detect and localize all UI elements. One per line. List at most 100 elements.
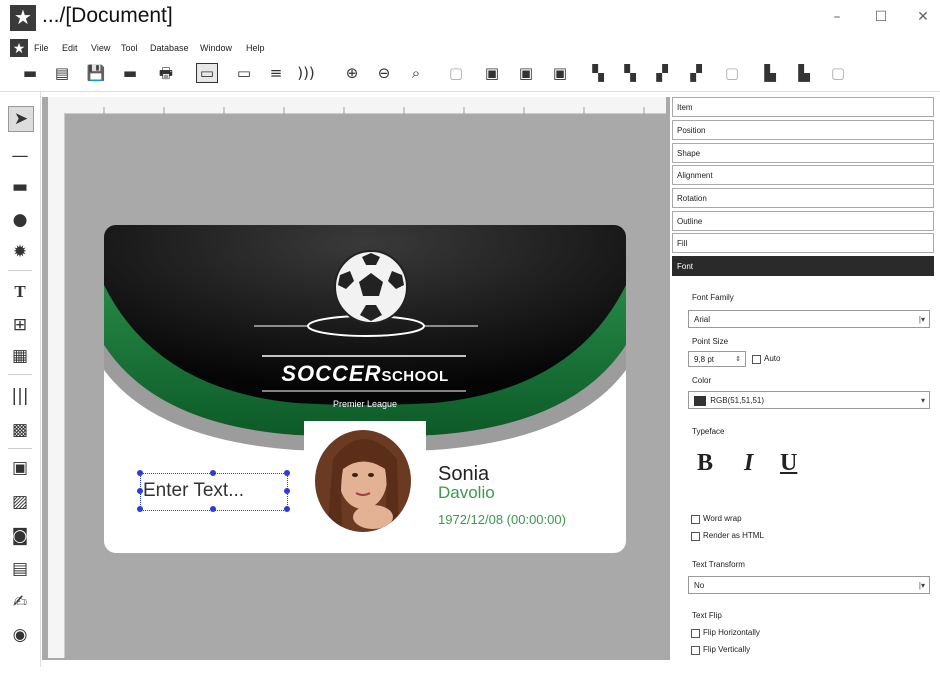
resize-handle[interactable] [284, 506, 290, 512]
fingerprint-icon[interactable]: ◉ [8, 623, 32, 647]
render-html-label: Render as HTML [703, 531, 764, 540]
send-backward-icon[interactable]: ▙ [794, 63, 814, 83]
polygon-tool-icon[interactable]: ✹ [8, 240, 32, 264]
print-icon[interactable]: 🖶 [156, 63, 176, 83]
auto-checkbox[interactable] [752, 355, 761, 364]
section-rotation[interactable]: Rotation [672, 188, 934, 208]
align-middle-icon[interactable]: ▣ [516, 63, 536, 83]
card-back-icon[interactable]: ▭ [234, 63, 254, 83]
line-tool-icon[interactable]: — [8, 144, 32, 168]
align-right-icon[interactable]: ▞ [652, 63, 672, 83]
section-alignment[interactable]: Alignment [672, 165, 934, 185]
zoom-in-icon[interactable]: ⊕ [342, 63, 362, 83]
align-bottom-icon[interactable]: ▣ [550, 63, 570, 83]
menu-window[interactable]: Window [200, 43, 232, 53]
scanner-icon[interactable]: ▤ [8, 557, 32, 581]
section-fill[interactable]: Fill [672, 233, 934, 253]
font-family-label: Font Family [692, 293, 734, 302]
resize-handle[interactable] [210, 470, 216, 476]
section-position[interactable]: Position [672, 120, 934, 140]
last-name-text[interactable]: Davolio [438, 483, 495, 503]
soccer-ball-icon [334, 250, 408, 324]
placeholder-text-object[interactable]: Enter Text... [143, 480, 244, 502]
resize-handle[interactable] [284, 488, 290, 494]
rectangle-tool-icon[interactable]: ▬ [8, 175, 32, 199]
save-icon[interactable]: 💾 [86, 63, 106, 83]
underline-button[interactable]: U [780, 450, 797, 477]
card-subtitle: Premier League [332, 399, 398, 409]
resize-handle[interactable] [137, 506, 143, 512]
card-title: SOCCERSCHOOL [264, 361, 466, 387]
italic-button[interactable]: I [744, 450, 753, 477]
resize-handle[interactable] [137, 470, 143, 476]
card-front-icon[interactable]: ▭ [196, 63, 218, 83]
section-item[interactable]: Item [672, 97, 934, 117]
align-center-icon[interactable]: ▚ [620, 63, 640, 83]
text-transform-select[interactable]: No |▾ [688, 576, 930, 594]
section-outline[interactable]: Outline [672, 211, 934, 231]
section-font[interactable]: Font [672, 256, 934, 276]
ellipse-tool-icon[interactable]: ● [8, 208, 32, 232]
profile-photo [315, 430, 411, 532]
open-icon[interactable]: ▤ [52, 63, 72, 83]
flip-horizontal-checkbox[interactable] [691, 629, 700, 638]
color-swatch [694, 395, 706, 406]
font-family-select[interactable]: Arial |▾ [688, 310, 930, 328]
menu-view[interactable]: View [91, 43, 110, 53]
resize-handle[interactable] [137, 488, 143, 494]
menu-tool[interactable]: Tool [121, 43, 138, 53]
camera-capture-icon[interactable]: ▣ [8, 456, 32, 480]
menu-database[interactable]: Database [150, 43, 189, 53]
flip-vertical-checkbox[interactable] [691, 646, 700, 655]
font-family-value: Arial [694, 315, 711, 324]
date-text[interactable]: 1972/12/08 (00:00:00) [438, 512, 566, 527]
color-select[interactable]: RGB(51,51,51) ▾ [688, 391, 930, 409]
counter-tool-icon[interactable]: ⊞ [8, 313, 32, 337]
point-size-input[interactable]: 9,8 pt ⇕ [688, 351, 746, 367]
menu-file[interactable]: File [34, 43, 49, 53]
word-wrap-label: Word wrap [703, 514, 742, 523]
contactless-icon[interactable]: ))) [296, 63, 316, 83]
save-as-icon[interactable]: ▬ [120, 63, 140, 83]
menu-edit[interactable]: Edit [62, 43, 78, 53]
qrcode-tool-icon[interactable]: ▩ [8, 418, 32, 442]
magnetic-stripe-icon[interactable]: ≡ [266, 63, 286, 83]
text-tool-icon[interactable]: T [8, 280, 32, 304]
barcode-tool-icon[interactable]: ||| [8, 384, 32, 408]
color-value: RGB(51,51,51) [710, 396, 765, 405]
resize-handle[interactable] [284, 470, 290, 476]
window-title: .../[Document] [42, 4, 173, 27]
spinner-icon[interactable]: ⇕ [735, 352, 741, 367]
chevron-down-icon: |▾ [918, 581, 925, 590]
date-tool-icon[interactable]: ▦ [8, 344, 32, 368]
close-button[interactable]: ✕ [908, 6, 938, 28]
zoom-out-icon[interactable]: ⊖ [374, 63, 394, 83]
point-size-value: 9,8 pt [694, 355, 715, 364]
signature-tool-icon[interactable]: ✍ [8, 590, 32, 614]
resize-handle[interactable] [210, 506, 216, 512]
menu-help[interactable]: Help [246, 43, 265, 53]
section-shape[interactable]: Shape [672, 143, 934, 163]
tool-separator [8, 448, 32, 449]
point-size-label: Point Size [692, 337, 729, 346]
group-icon[interactable]: ▢ [722, 63, 742, 83]
flip-vertical-label: Flip Vertically [703, 645, 751, 654]
distribute-icon[interactable]: ▞ [686, 63, 706, 83]
camera-icon[interactable]: ◙ [8, 524, 32, 548]
bold-button[interactable]: B [697, 450, 713, 477]
select-arrow-icon[interactable]: ➤ [8, 106, 34, 132]
render-html-checkbox[interactable] [691, 532, 700, 541]
align-left-icon[interactable]: ▚ [588, 63, 608, 83]
chevron-down-icon: |▾ [918, 315, 925, 324]
zoom-fit-icon[interactable]: ⌕ [406, 63, 426, 83]
align-icon[interactable]: ▢ [446, 63, 466, 83]
menu-app-icon[interactable]: ★ [10, 39, 28, 57]
align-top-icon[interactable]: ▣ [482, 63, 502, 83]
maximize-button[interactable]: ☐ [866, 6, 896, 28]
minimize-button[interactable]: – [822, 6, 852, 28]
word-wrap-checkbox[interactable] [691, 515, 700, 524]
bring-forward-icon[interactable]: ▙ [760, 63, 780, 83]
image-tool-icon[interactable]: ▨ [8, 490, 32, 514]
new-card-icon[interactable]: ▬ [20, 63, 40, 83]
lock-icon[interactable]: ▢ [828, 63, 848, 83]
